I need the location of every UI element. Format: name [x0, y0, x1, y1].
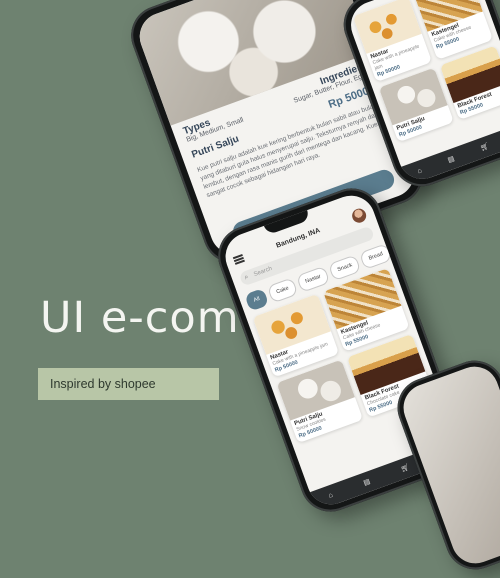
- chip-all[interactable]: All: [244, 287, 270, 312]
- chip-nastar[interactable]: Nastar: [295, 265, 331, 293]
- headline: UI e-com: [40, 293, 240, 343]
- product-card[interactable]: Putri Salju Rp 50000: [378, 67, 454, 143]
- chip-snack[interactable]: Snack: [328, 254, 362, 282]
- product-card[interactable]: Putri Salju Snow cookies Rp 50000: [276, 359, 364, 444]
- menu-icon[interactable]: [232, 253, 245, 265]
- receipt-icon[interactable]: ▤: [447, 154, 456, 164]
- home-icon[interactable]: ⌂: [416, 167, 422, 175]
- chip-cake[interactable]: Cake: [266, 277, 299, 304]
- avatar[interactable]: [350, 206, 369, 225]
- cart-icon[interactable]: 🛒︎: [479, 142, 490, 153]
- home-icon[interactable]: ⌂: [328, 491, 334, 499]
- tagline-badge: Inspired by shopee: [38, 368, 219, 400]
- cart-icon[interactable]: 🛒︎: [400, 463, 411, 474]
- chip-bread[interactable]: Bread: [359, 243, 393, 270]
- receipt-icon[interactable]: ▤: [362, 477, 372, 487]
